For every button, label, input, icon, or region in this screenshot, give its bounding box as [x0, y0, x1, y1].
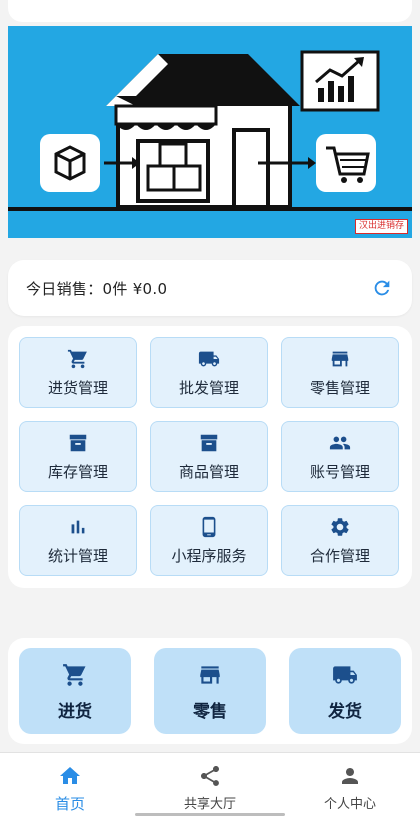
- menu-item-label: 进货管理: [47, 379, 108, 397]
- menu-item-accounts[interactable]: 账号管理: [281, 421, 399, 492]
- people-icon: [327, 431, 353, 455]
- truck-icon: [330, 661, 360, 689]
- menu-item-wholesale[interactable]: 批发管理: [150, 337, 268, 408]
- menu-item-miniprogram[interactable]: 小程序服务: [150, 505, 268, 576]
- home-indicator: [135, 813, 285, 816]
- menu-item-cooperation[interactable]: 合作管理: [281, 505, 399, 576]
- top-card: [8, 0, 412, 22]
- banner[interactable]: 汉出进销存: [8, 26, 412, 238]
- quick-label: 进货: [58, 701, 92, 722]
- store-illustration: [8, 50, 412, 211]
- tab-profile[interactable]: 个人中心: [280, 753, 420, 819]
- menu-item-label: 零售管理: [309, 379, 370, 397]
- banner-tag: 汉出进销存: [354, 219, 408, 234]
- menu-item-label: 商品管理: [178, 463, 239, 481]
- quick-label: 零售: [193, 701, 227, 722]
- share-icon: [198, 763, 222, 789]
- tab-label: 个人中心: [323, 797, 376, 812]
- today-sales-text: 今日销售：0件 ¥0.0: [26, 279, 168, 298]
- menu-card: 进货管理 批发管理 零售管理 库存管理 商品管理 账号管理 统计管理 小程序服务…: [8, 326, 412, 588]
- bottom-tab-bar: 首页 共享大厅 个人中心: [0, 752, 420, 819]
- gear-icon: [329, 515, 351, 539]
- person-icon: [338, 763, 362, 789]
- store-icon: [329, 347, 351, 371]
- truck-icon: [197, 347, 221, 371]
- menu-item-retail[interactable]: 零售管理: [281, 337, 399, 408]
- menu-item-label: 小程序服务: [171, 547, 247, 565]
- tab-label: 首页: [54, 795, 85, 813]
- quick-retail-button[interactable]: 零售: [154, 648, 266, 734]
- menu-item-statistics[interactable]: 统计管理: [19, 505, 137, 576]
- menu-item-purchase[interactable]: 进货管理: [19, 337, 137, 408]
- tab-home[interactable]: 首页: [0, 753, 140, 819]
- menu-item-products[interactable]: 商品管理: [150, 421, 268, 492]
- menu-grid: 进货管理 批发管理 零售管理 库存管理 商品管理 账号管理 统计管理 小程序服务…: [19, 337, 401, 576]
- archive-icon: [67, 431, 89, 455]
- store-icon: [197, 661, 223, 689]
- archive-icon: [198, 431, 220, 455]
- menu-item-label: 账号管理: [309, 463, 370, 481]
- quick-actions-card: 进货 零售 发货: [8, 638, 412, 744]
- phone-icon: [198, 515, 220, 539]
- quick-label: 发货: [328, 701, 362, 722]
- tab-label: 共享大厅: [183, 797, 236, 812]
- menu-item-inventory[interactable]: 库存管理: [19, 421, 137, 492]
- today-sales-card: 今日销售：0件 ¥0.0: [8, 260, 412, 316]
- cart-icon: [67, 347, 89, 371]
- tab-shared-hall[interactable]: 共享大厅: [140, 753, 280, 819]
- home-icon: [58, 763, 82, 789]
- bar-chart-icon: [67, 515, 89, 539]
- quick-ship-button[interactable]: 发货: [289, 648, 401, 734]
- menu-item-label: 批发管理: [178, 379, 239, 397]
- menu-item-label: 库存管理: [47, 463, 108, 481]
- menu-item-label: 统计管理: [47, 547, 108, 565]
- menu-item-label: 合作管理: [309, 547, 370, 565]
- quick-purchase-button[interactable]: 进货: [19, 648, 131, 734]
- refresh-icon[interactable]: [370, 276, 394, 300]
- cart-icon: [62, 661, 88, 689]
